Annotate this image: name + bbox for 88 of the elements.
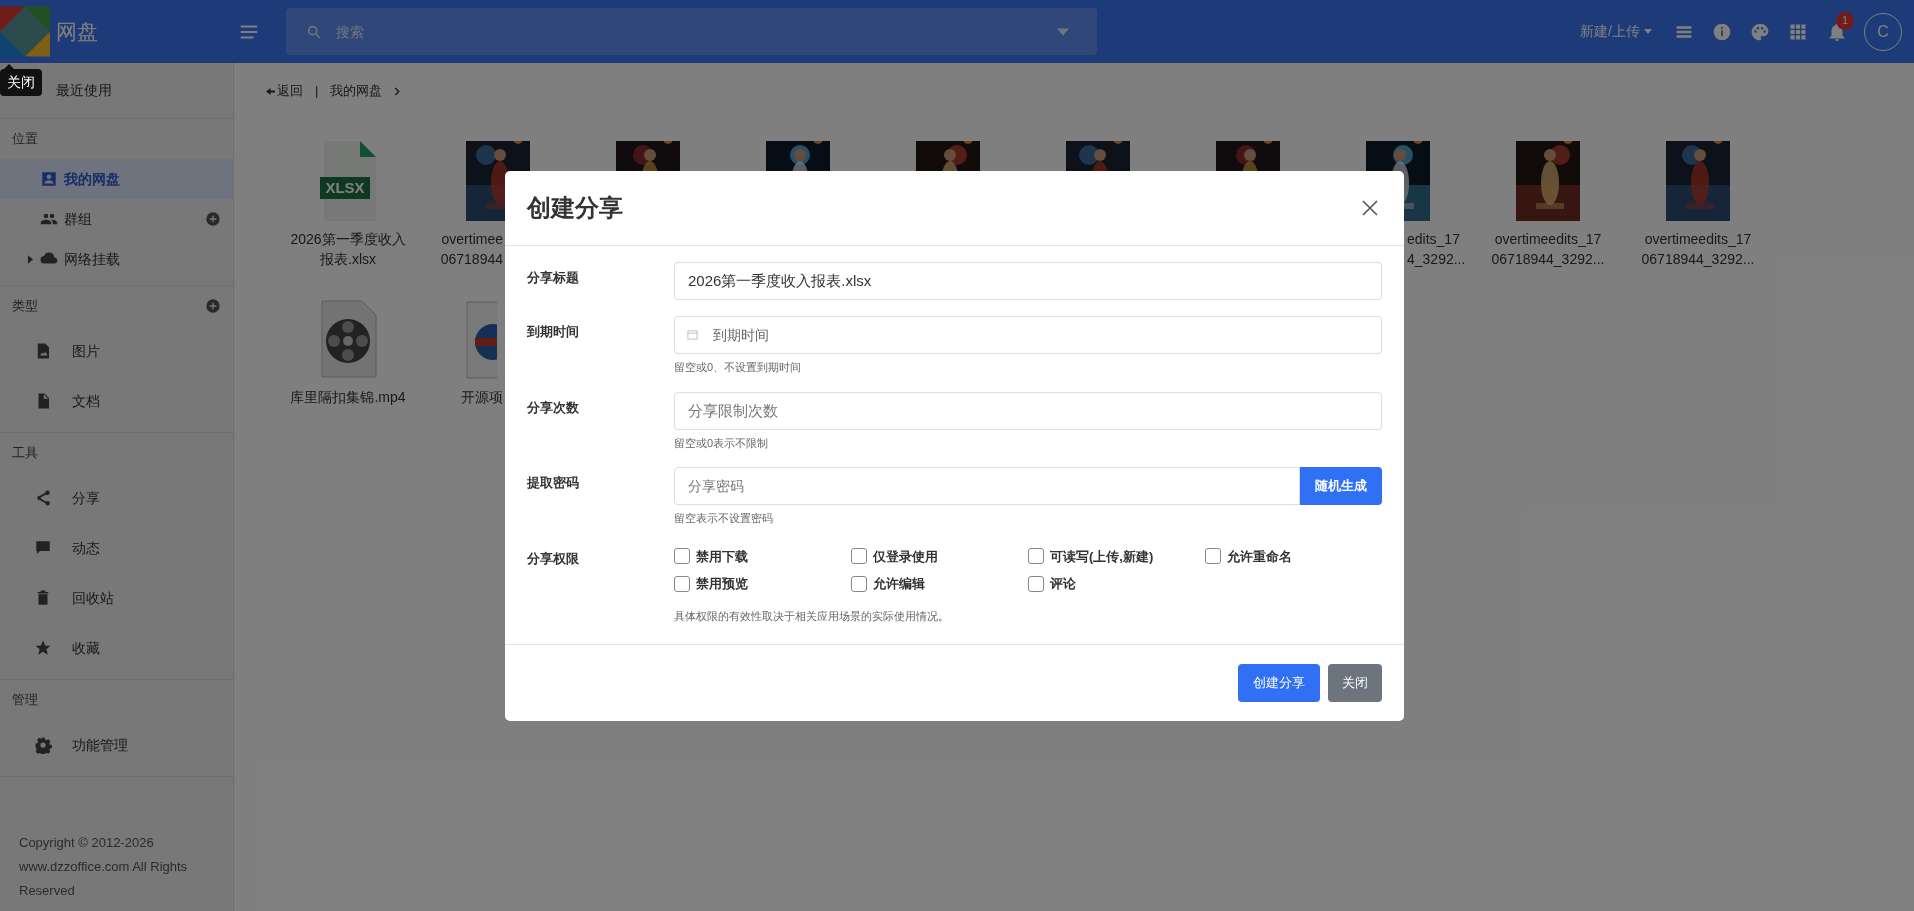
checkbox-label: 可读写(上传,新建) [1050, 547, 1154, 566]
sidebar-item[interactable]: 最近使用 [56, 80, 112, 101]
expand-caret-icon [27, 254, 33, 264]
file-name: overtimeedits_17 [1494, 230, 1602, 249]
help-text: 具体权限的有效性取决于相关应用场景的实际使用情况。 [674, 608, 950, 624]
star-icon [34, 639, 52, 657]
sidebar-item[interactable]: 动态 [0, 523, 233, 573]
dialog-title: 创建分享 [527, 193, 623, 223]
checkbox-label: 允许编辑 [873, 575, 925, 593]
copyright-text: Copyright © 2012-2026 [19, 834, 155, 852]
copyright-text: Reserved [19, 882, 76, 900]
sidebar-item[interactable]: 功能管理 [0, 720, 233, 770]
file-type-label: XLSX [324, 178, 366, 198]
sidebar-item[interactable]: 图片 [0, 326, 233, 376]
field-label: 分享权限 [527, 549, 580, 568]
chat-icon [34, 539, 52, 557]
file-name: 4_3292... [1407, 250, 1466, 269]
file-name: 06718944_3292... [1491, 250, 1605, 269]
field-label: 分享次数 [527, 398, 580, 417]
info-icon [1712, 21, 1732, 42]
help-text: 留空表示不设置密码 [674, 511, 774, 526]
generate-button[interactable]: 随机生成 [1300, 467, 1382, 505]
section-heading: 类型 [12, 297, 38, 316]
create-share-button[interactable]: 创建分享 [1238, 664, 1320, 702]
search-icon [306, 24, 322, 40]
close-icon [1362, 200, 1378, 216]
sidebar-item[interactable]: 回收站 [0, 573, 233, 623]
palette-icon [1750, 21, 1770, 42]
file-name: overtimeedits_17 [1644, 230, 1752, 249]
field-label: 到期时间 [527, 323, 580, 341]
file-name: 2026第一季度收入 [290, 230, 406, 249]
section-heading: 位置 [12, 130, 38, 149]
checkbox-label: 禁用下载 [696, 547, 748, 566]
tooltip-arrow-icon [4, 64, 14, 69]
app-title: 网盘 [56, 18, 98, 45]
share-icon [34, 489, 52, 507]
checkbox[interactable] [1205, 548, 1221, 565]
checkbox[interactable] [1028, 548, 1044, 565]
checkbox-label: 评论 [1050, 575, 1076, 593]
help-text: 留空或0、不设置到期时间 [674, 360, 803, 375]
file-name: 06718944 [440, 250, 503, 269]
file-name: 库里隔扣集锦.mp4 [290, 388, 406, 407]
caret-icon [1644, 29, 1652, 34]
breadcrumb-link[interactable]: 我的网盘 [330, 81, 383, 101]
sidebar-item[interactable]: 分享 [0, 473, 233, 523]
checkbox[interactable] [674, 548, 690, 565]
notification-badge: 1 [1836, 11, 1854, 30]
sidebar-item[interactable]: 收藏 [0, 623, 233, 673]
checkbox[interactable] [1028, 575, 1044, 592]
section-heading: 管理 [12, 691, 38, 710]
file-name: 开源项 [461, 388, 503, 407]
close-dialog-button[interactable]: 关闭 [1328, 664, 1382, 702]
checkbox-label: 允许重命名 [1227, 547, 1292, 566]
chevron-right-icon [394, 86, 401, 96]
checkbox[interactable] [674, 575, 690, 592]
text-field[interactable]: 2026第一季度收入报表.xlsx [674, 262, 1382, 300]
add-icon [205, 298, 221, 314]
new-upload-menu[interactable]: 新建/上传 [1580, 21, 1652, 42]
section-heading: 工具 [12, 444, 38, 463]
field-label: 提取密码 [527, 474, 580, 492]
sidebar-item[interactable]: 我的网盘 [0, 159, 233, 199]
file-name: overtimee [441, 230, 503, 249]
checkbox-label: 仅登录使用 [873, 547, 938, 566]
checkbox-label: 禁用预览 [696, 575, 748, 593]
field-label: 分享标题 [527, 269, 580, 287]
arrow-left-icon [266, 86, 275, 96]
password-field[interactable]: 分享密码 [674, 467, 1300, 505]
sidebar-item[interactable]: 群组 [0, 199, 233, 239]
checkbox[interactable] [851, 548, 867, 565]
file-name: 06718944_3292... [1641, 250, 1755, 269]
help-text: 留空或0表示不限制 [674, 435, 770, 451]
sidebar-item[interactable]: 文档 [0, 376, 233, 426]
checkbox[interactable] [851, 575, 867, 592]
file-name: edits_17 [1407, 230, 1460, 249]
calendar-icon [687, 329, 698, 340]
text-field[interactable]: 分享限制次数 [674, 391, 1382, 430]
copyright-text: www.dzzoffice.com All Rights [19, 858, 189, 876]
file-name: 报表.xlsx [320, 250, 376, 269]
sidebar-item[interactable]: 网络挂载 [0, 239, 233, 279]
user-icon [40, 170, 58, 188]
date-field[interactable]: 到期时间 [674, 316, 1382, 354]
document-globe-icon [466, 301, 497, 379]
breadcrumb-separator: | [315, 82, 319, 101]
dropdown-caret-icon [1057, 28, 1069, 36]
back-link[interactable]: 返回 [266, 81, 303, 101]
add-icon [205, 211, 221, 227]
gear-icon [34, 736, 52, 754]
tooltip: 关闭 [0, 69, 42, 96]
